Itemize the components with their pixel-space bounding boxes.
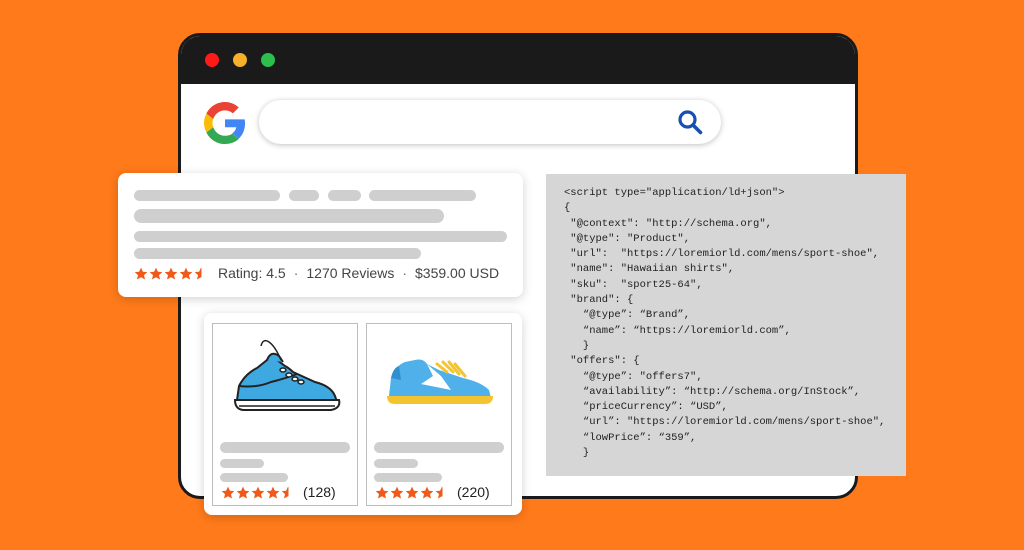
code-line: { <box>564 202 571 215</box>
code-line: "name": "Hawaiian shirts", <box>564 263 735 276</box>
code-line: "url": "https://loremiorld.com/mens/spor… <box>564 248 880 261</box>
code-line: “url”: "https://loremiorld.com/mens/spor… <box>564 416 886 429</box>
window-titlebar <box>181 36 855 84</box>
star-icon <box>164 267 178 279</box>
star-icon <box>375 486 389 498</box>
product-meta-placeholder <box>220 459 264 468</box>
google-logo-icon <box>204 102 246 144</box>
star-icon <box>194 267 202 279</box>
product-meta-placeholder <box>374 473 442 482</box>
search-input[interactable] <box>259 100 721 144</box>
code-line: “availability”: “http://schema.org/InSto… <box>564 385 861 398</box>
star-icon <box>236 486 250 498</box>
breadcrumb-placeholder <box>134 190 280 201</box>
star-icon <box>435 486 443 498</box>
code-line: "sku": "sport25-64", <box>564 278 703 291</box>
code-line: } <box>564 339 590 352</box>
separator: · <box>293 265 299 281</box>
breadcrumb-placeholder <box>369 190 476 201</box>
price-text: $359.00 USD <box>415 265 500 281</box>
star-icon <box>134 267 148 279</box>
rating-text: Rating: 4.5 <box>218 265 286 281</box>
star-icon <box>221 486 235 498</box>
code-line: “@type”: “Brand”, <box>564 309 691 322</box>
result-snippet-placeholder <box>134 231 507 242</box>
star-icon <box>179 267 193 279</box>
sneaker-white-blue-icon <box>233 339 341 411</box>
star-icon <box>420 486 434 498</box>
reviews-count: 1270 Reviews <box>306 265 395 281</box>
close-window-dot[interactable] <box>205 53 219 67</box>
code-line: "brand": { <box>564 294 634 307</box>
star-icon <box>281 486 289 498</box>
code-line: "@context": "http://schema.org", <box>564 217 772 230</box>
code-line: “@type”: "offers7", <box>564 370 703 383</box>
product-title-placeholder <box>374 442 504 453</box>
code-line: “lowPrice”: “359”, <box>564 431 697 444</box>
product-card[interactable]: (128) <box>212 323 358 506</box>
product-title-placeholder <box>220 442 350 453</box>
json-ld-code-panel: <script type="application/ld+json"> { "@c… <box>546 174 906 476</box>
product-card[interactable]: (220) <box>366 323 512 506</box>
code-line: “priceCurrency”: “USD”, <box>564 401 728 414</box>
review-count: (128) <box>303 484 336 500</box>
product-carousel: (128) (220) <box>204 313 522 515</box>
product-meta-placeholder <box>374 459 418 468</box>
code-line: "@type": "Product", <box>564 232 691 245</box>
star-icon <box>405 486 419 498</box>
code-line: "offers": { <box>564 355 640 368</box>
star-rating <box>134 267 208 280</box>
star-icon <box>266 486 280 498</box>
minimize-window-dot[interactable] <box>233 53 247 67</box>
search-result-card[interactable]: Rating: 4.5 · 1270 Reviews · $359.00 USD <box>118 173 523 297</box>
breadcrumb-placeholder <box>328 190 361 201</box>
result-title-placeholder[interactable] <box>134 209 444 223</box>
star-icon <box>251 486 265 498</box>
rich-snippet-rating-row: Rating: 4.5 · 1270 Reviews · $359.00 USD <box>134 265 499 281</box>
product-rating: (220) <box>375 484 490 500</box>
code-line: “name”: “https://loremiorld.com”, <box>564 324 791 337</box>
review-count: (220) <box>457 484 490 500</box>
result-snippet-placeholder <box>134 248 421 259</box>
search-icon[interactable] <box>677 109 703 135</box>
breadcrumb-placeholder <box>289 190 319 201</box>
product-meta-placeholder <box>220 473 288 482</box>
product-rating: (128) <box>221 484 336 500</box>
star-rating <box>221 486 295 499</box>
star-icon <box>149 267 163 279</box>
separator: · <box>402 265 407 281</box>
star-rating <box>375 486 449 499</box>
maximize-window-dot[interactable] <box>261 53 275 67</box>
sneaker-blue-yellow-icon <box>387 359 493 404</box>
star-icon <box>390 486 404 498</box>
code-line: } <box>564 447 590 460</box>
code-line: <script type="application/ld+json"> <box>564 187 785 199</box>
